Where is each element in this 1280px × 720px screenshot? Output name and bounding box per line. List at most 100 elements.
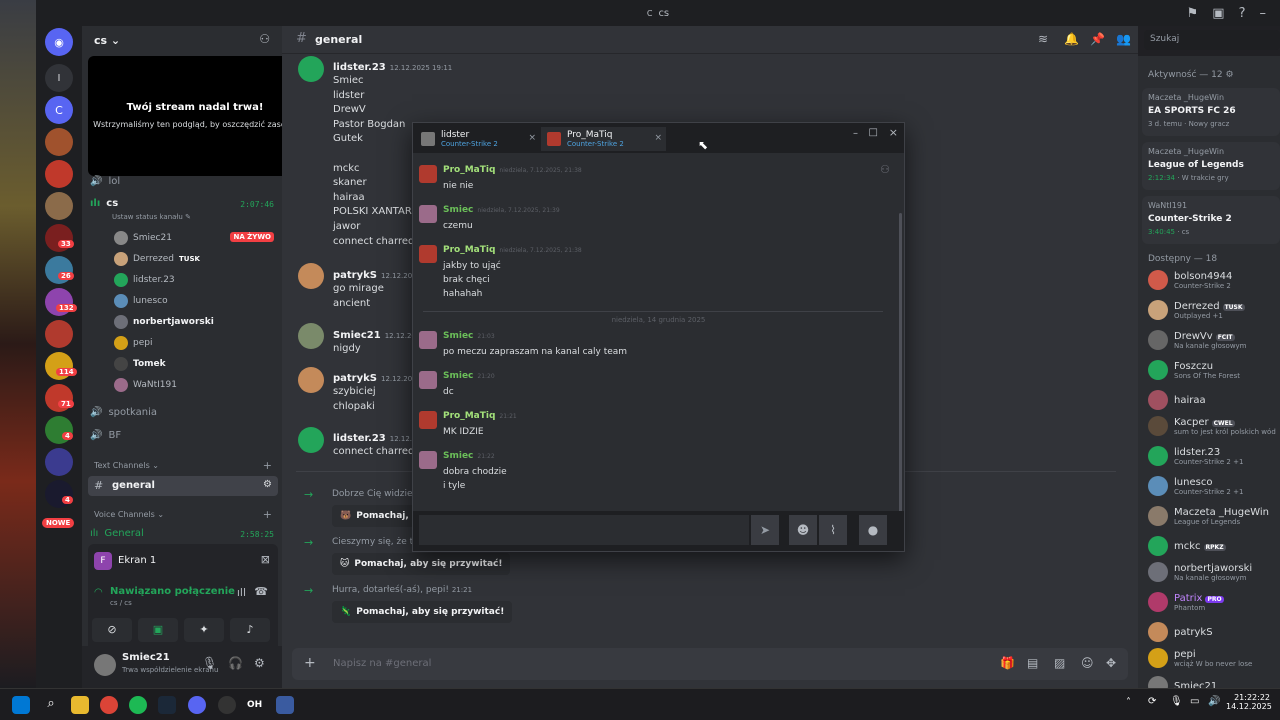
popup-author[interactable]: Pro_MaTiq bbox=[443, 245, 495, 255]
wave-button[interactable]: 🐱 Pomachaj, aby się przywitać! bbox=[332, 553, 511, 575]
add-voice-channel-icon[interactable]: + bbox=[263, 508, 272, 521]
activity-card[interactable]: WaNtI191 Counter-Strike 2 3:40:45 · cs bbox=[1142, 196, 1280, 244]
search-input[interactable]: Szukaj bbox=[1150, 34, 1179, 44]
volume-icon[interactable]: 🔊 bbox=[1208, 696, 1220, 707]
guild-cookie-icon[interactable] bbox=[45, 192, 73, 220]
member-item[interactable]: patrykS bbox=[1148, 622, 1213, 642]
popup-maximize-icon[interactable]: □ bbox=[869, 127, 878, 138]
threads-icon[interactable]: ≋ bbox=[1038, 32, 1048, 46]
stream-preview[interactable]: Twój stream nadal trwa! Wstrzymaliśmy te… bbox=[88, 56, 302, 176]
add-channel-icon[interactable]: + bbox=[263, 459, 272, 472]
voice-user[interactable]: lidster.23 bbox=[114, 273, 175, 287]
windows-start-icon[interactable] bbox=[12, 696, 30, 714]
noise-suppression-icon[interactable]: ıll bbox=[237, 586, 246, 599]
attach-button[interactable]: ⌇ bbox=[819, 515, 847, 545]
guild-avatar-icon[interactable] bbox=[45, 128, 73, 156]
member-item[interactable]: mckc RPKZ bbox=[1148, 536, 1226, 556]
discord-icon[interactable] bbox=[188, 696, 206, 714]
discord-home-icon[interactable]: ◉ bbox=[45, 28, 73, 56]
member-item[interactable]: hairaa bbox=[1148, 390, 1206, 410]
search-icon[interactable]: ⌕ bbox=[42, 696, 60, 714]
voice-user[interactable]: lunesco bbox=[114, 294, 168, 308]
popup-author[interactable]: Pro_MaTiq bbox=[443, 411, 495, 421]
emoji-icon[interactable]: ☺ bbox=[1081, 656, 1094, 670]
popup-message-input[interactable] bbox=[419, 515, 749, 545]
tray-icon[interactable]: ⟳ bbox=[1148, 696, 1156, 707]
guild-flag-icon[interactable] bbox=[45, 448, 73, 476]
network-icon[interactable]: ▭ bbox=[1190, 696, 1199, 707]
member-item[interactable]: bolson4944 Counter-Strike 2 bbox=[1148, 270, 1232, 290]
sticker-icon[interactable]: ▨ bbox=[1054, 656, 1065, 670]
inbox-icon[interactable]: ▣ bbox=[1212, 6, 1224, 21]
channel-status-link[interactable]: Ustaw status kanału ✎ bbox=[112, 213, 191, 221]
oh-app-icon[interactable]: OH bbox=[247, 696, 265, 714]
server-name-header[interactable]: cs ⌄ bbox=[94, 34, 120, 47]
member-item[interactable]: norbertjaworski Na kanale głosowym bbox=[1148, 562, 1252, 582]
text-channels-header[interactable]: Text Channels ⌄ bbox=[94, 461, 159, 470]
chat-tab-lidster[interactable]: lidster Counter-Strike 2 × bbox=[415, 127, 540, 151]
message-input[interactable]: Napisz na #general bbox=[333, 658, 431, 669]
help-icon[interactable]: ? bbox=[1239, 6, 1246, 21]
popup-minimize-icon[interactable]: – bbox=[853, 128, 858, 139]
member-item[interactable]: Kacper CWEL sum to jest król polskich wód bbox=[1148, 416, 1276, 436]
channel-bf[interactable]: 🔊 BF bbox=[90, 430, 121, 441]
avatar[interactable] bbox=[298, 367, 324, 393]
avatar[interactable] bbox=[94, 654, 116, 676]
flag-icon[interactable]: ⚑ bbox=[1187, 6, 1199, 21]
popup-close-icon[interactable]: × bbox=[889, 126, 898, 139]
mic-icon[interactable]: 🎙 bbox=[202, 656, 217, 670]
guild-fire-icon[interactable] bbox=[45, 160, 73, 188]
message-author[interactable]: lidster.23 bbox=[333, 62, 386, 73]
gif-icon[interactable]: ▤ bbox=[1027, 656, 1038, 670]
tray-chevron-icon[interactable]: ˄ bbox=[1126, 697, 1131, 708]
guild-cs-icon[interactable]: C bbox=[45, 96, 73, 124]
wave-button[interactable]: 🦎 Pomachaj, aby się przywitać! bbox=[332, 601, 513, 623]
member-item[interactable]: Foszczu Sons Of The Forest bbox=[1148, 360, 1240, 380]
avatar[interactable] bbox=[298, 56, 324, 82]
channel-lol[interactable]: 🔊 lol bbox=[90, 176, 120, 187]
close-tab-icon[interactable]: × bbox=[654, 133, 662, 143]
guild-separator-icon[interactable]: I bbox=[45, 64, 73, 92]
message-author[interactable]: Smiec21 bbox=[333, 330, 381, 341]
popup-scrollbar[interactable] bbox=[899, 213, 902, 513]
cs2-icon[interactable] bbox=[276, 696, 294, 714]
voice-user[interactable]: Tomek bbox=[114, 357, 166, 371]
popup-author[interactable]: Smiec bbox=[443, 205, 473, 215]
connection-status[interactable]: Nawiązano połączenie bbox=[110, 586, 235, 597]
voice-user[interactable]: norbertjaworski bbox=[114, 315, 214, 329]
emoji-button[interactable]: ☻ bbox=[789, 515, 817, 545]
app-icon[interactable] bbox=[218, 696, 236, 714]
member-item[interactable]: Patrix PRO Phantom bbox=[1148, 592, 1224, 612]
send-button[interactable]: ➤ bbox=[751, 515, 779, 545]
minimize-icon[interactable]: – bbox=[1260, 6, 1267, 21]
voice-user[interactable]: Derrezed TUSK bbox=[114, 252, 200, 266]
member-item[interactable]: DrewVv FCIT Na kanale głosowym bbox=[1148, 330, 1247, 350]
message-author[interactable]: lidster.23 bbox=[333, 433, 386, 444]
bell-icon[interactable]: 🔔 bbox=[1064, 32, 1079, 46]
popup-author[interactable]: Pro_MaTiq bbox=[443, 165, 495, 175]
spotify-icon[interactable] bbox=[129, 696, 147, 714]
activity-card[interactable]: Maczeta _HugeWin EA SPORTS FC 26 3 d. te… bbox=[1142, 88, 1280, 136]
headphones-icon[interactable]: 🎧 bbox=[228, 656, 243, 670]
nowe-badge[interactable]: NOWE bbox=[42, 518, 75, 528]
apps-icon[interactable]: ✥ bbox=[1106, 656, 1116, 670]
camera-off-button[interactable]: ⊘ bbox=[92, 618, 132, 642]
share-screen-button[interactable]: ▣ bbox=[138, 618, 178, 642]
close-tab-icon[interactable]: × bbox=[528, 133, 536, 143]
members-icon[interactable]: 👥 bbox=[1116, 32, 1131, 46]
user-settings-icon[interactable]: ⚙ bbox=[254, 656, 265, 670]
voice-user[interactable]: pepi bbox=[114, 336, 152, 350]
chat-tab-pro-matiq[interactable]: Pro_MaTiq Counter-Strike 2 × bbox=[541, 127, 666, 151]
popup-author[interactable]: Smiec bbox=[443, 331, 473, 341]
settings-icon[interactable]: ⚙ bbox=[263, 479, 272, 490]
voice-button[interactable]: ● bbox=[859, 515, 887, 545]
message-author[interactable]: patrykS bbox=[333, 373, 377, 384]
search-box[interactable]: Szukaj bbox=[1144, 30, 1280, 50]
stop-share-icon[interactable]: ⊠ bbox=[261, 553, 270, 566]
member-item[interactable]: Derrezed TUSK Outplayed +1 bbox=[1148, 300, 1245, 320]
wave-button[interactable]: 🐻 Pomachaj, bbox=[332, 505, 417, 527]
avatar[interactable] bbox=[298, 427, 324, 453]
member-item[interactable]: Maczeta _HugeWin League of Legends bbox=[1148, 506, 1269, 526]
avatar[interactable] bbox=[298, 323, 324, 349]
voice-channel-general[interactable]: ılı General bbox=[90, 528, 144, 539]
